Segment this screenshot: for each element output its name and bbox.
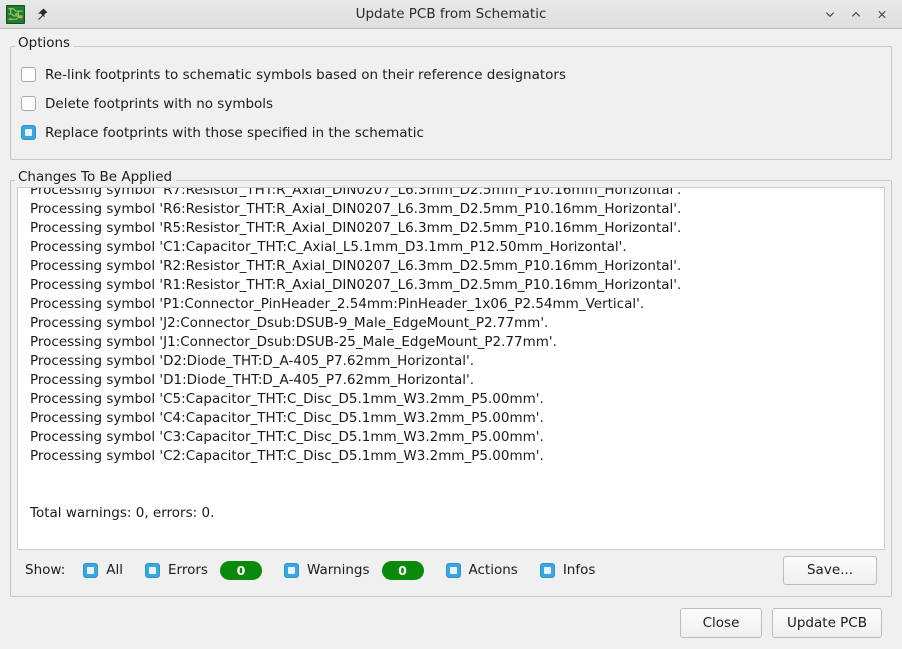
filter-warnings-label: Warnings <box>307 562 370 578</box>
title-bar: Update PCB from Schematic <box>0 0 902 29</box>
checkbox-filter-actions[interactable] <box>446 563 461 578</box>
changes-group: Changes To Be Applied Processing symbol … <box>10 180 892 597</box>
close-icon <box>876 8 888 21</box>
chevron-up-icon <box>850 8 862 21</box>
option-replace-footprints-label: Replace footprints with those specified … <box>45 125 424 141</box>
option-relink-footprints[interactable]: Re-link footprints to schematic symbols … <box>21 60 879 89</box>
maximize-button[interactable] <box>844 2 868 26</box>
filter-errors-label: Errors <box>168 562 208 578</box>
log-line: Processing symbol 'J2:Connector_Dsub:DSU… <box>30 314 878 333</box>
log-line: Processing symbol 'R5:Resistor_THT:R_Axi… <box>30 219 878 238</box>
filter-actions[interactable]: Actions <box>446 562 518 578</box>
log-spacer <box>30 485 878 504</box>
checkbox-filter-errors[interactable] <box>145 563 160 578</box>
log-line: Processing symbol 'C2:Capacitor_THT:C_Di… <box>30 447 878 466</box>
option-delete-footprints[interactable]: Delete footprints with no symbols <box>21 89 879 118</box>
window-title: Update PCB from Schematic <box>0 6 902 22</box>
minimize-button[interactable] <box>818 2 842 26</box>
options-group-title: Options <box>15 37 74 51</box>
dialog-footer: Close Update PCB <box>10 597 892 649</box>
kicad-pcb-icon <box>6 5 25 24</box>
log-line: Processing symbol 'D1:Diode_THT:D_A-405_… <box>30 371 878 390</box>
log-line: Processing symbol 'C5:Capacitor_THT:C_Di… <box>30 390 878 409</box>
log-line: Processing symbol 'D2:Diode_THT:D_A-405_… <box>30 352 878 371</box>
filter-actions-label: Actions <box>469 562 518 578</box>
show-label: Show: <box>25 562 65 578</box>
log-line: Processing symbol 'R1:Resistor_THT:R_Axi… <box>30 276 878 295</box>
checkbox-filter-warnings[interactable] <box>284 563 299 578</box>
checkbox-relink-footprints[interactable] <box>21 67 36 82</box>
save-button[interactable]: Save... <box>783 556 877 585</box>
errors-count-badge: 0 <box>220 561 262 580</box>
filter-infos-label: Infos <box>563 562 596 578</box>
title-bar-left-icons <box>0 5 49 24</box>
pin-icon[interactable] <box>34 7 49 22</box>
option-relink-footprints-label: Re-link footprints to schematic symbols … <box>45 67 566 83</box>
log-line: Processing symbol 'R6:Resistor_THT:R_Axi… <box>30 200 878 219</box>
log-line: Processing symbol 'J1:Connector_Dsub:DSU… <box>30 333 878 352</box>
show-filter-bar: Show: All Errors 0 Warnings 0 Actions <box>17 550 885 590</box>
log-summary: Total warnings: 0, errors: 0. <box>30 504 878 523</box>
warnings-count-badge: 0 <box>382 561 424 580</box>
window-controls <box>818 2 902 26</box>
checkbox-replace-footprints[interactable] <box>21 125 36 140</box>
options-group: Options Re-link footprints to schematic … <box>10 46 892 160</box>
chevron-down-icon <box>824 8 836 21</box>
option-delete-footprints-label: Delete footprints with no symbols <box>45 96 273 112</box>
option-replace-footprints[interactable]: Replace footprints with those specified … <box>21 118 879 147</box>
close-dialog-button[interactable]: Close <box>680 608 762 638</box>
dialog-body: Options Re-link footprints to schematic … <box>0 29 902 649</box>
changes-log-list: Processing symbol 'R7:Resistor_THT:R_Axi… <box>18 187 884 523</box>
checkbox-filter-all[interactable] <box>83 563 98 578</box>
log-spacer <box>30 466 878 485</box>
filter-errors[interactable]: Errors 0 <box>145 561 262 580</box>
log-line: Processing symbol 'C3:Capacitor_THT:C_Di… <box>30 428 878 447</box>
close-button[interactable] <box>870 2 894 26</box>
log-line: Processing symbol 'R7:Resistor_THT:R_Axi… <box>30 187 878 200</box>
filter-infos[interactable]: Infos <box>540 562 596 578</box>
changes-log-pane[interactable]: Processing symbol 'R7:Resistor_THT:R_Axi… <box>17 187 885 550</box>
log-line: Processing symbol 'C4:Capacitor_THT:C_Di… <box>30 409 878 428</box>
filter-warnings[interactable]: Warnings 0 <box>284 561 424 580</box>
filter-all-label: All <box>106 562 123 578</box>
log-line: Processing symbol 'C1:Capacitor_THT:C_Ax… <box>30 238 878 257</box>
changes-group-title: Changes To Be Applied <box>15 171 176 185</box>
log-line: Processing symbol 'P1:Connector_PinHeade… <box>30 295 878 314</box>
filter-all[interactable]: All <box>83 562 123 578</box>
update-pcb-button[interactable]: Update PCB <box>772 608 882 638</box>
checkbox-filter-infos[interactable] <box>540 563 555 578</box>
log-line: Processing symbol 'R2:Resistor_THT:R_Axi… <box>30 257 878 276</box>
checkbox-delete-footprints[interactable] <box>21 96 36 111</box>
